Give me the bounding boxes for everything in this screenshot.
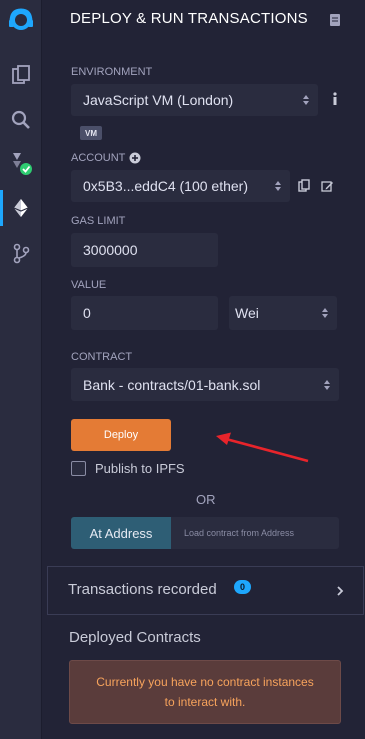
value-label: VALUE — [71, 279, 107, 291]
annotation-arrow — [216, 432, 309, 463]
at-address-button[interactable]: At Address — [71, 517, 171, 549]
publish-ipfs-label: Publish to IPFS — [95, 461, 185, 476]
gas-limit-label: GAS LIMIT — [71, 215, 126, 227]
account-label: ACCOUNT — [71, 152, 126, 164]
contract-select[interactable]: Bank - contracts/01-bank.sol — [71, 368, 339, 401]
address-input[interactable]: Load contract from Address — [171, 517, 339, 549]
environment-select[interactable]: JavaScript VM (London) — [71, 84, 318, 116]
gas-limit-input[interactable]: 3000000 — [71, 233, 218, 267]
select-arrows-icon — [275, 181, 281, 191]
select-arrows-icon — [322, 308, 328, 318]
deploy-run-panel: DEPLOY & RUN TRANSACTIONS ENVIRONMENT Ja… — [47, 0, 365, 739]
deploy-run-icon[interactable] — [0, 190, 41, 226]
environment-label: ENVIRONMENT — [71, 66, 153, 78]
contract-value: Bank - contracts/01-bank.sol — [83, 376, 261, 393]
deploy-button[interactable]: Deploy — [71, 419, 171, 451]
git-icon[interactable] — [0, 235, 41, 271]
documentation-icon[interactable] — [329, 13, 341, 32]
gas-limit-value: 3000000 — [83, 242, 138, 258]
value-input[interactable]: 0 — [71, 296, 218, 330]
transactions-recorded-label: Transactions recorded — [68, 581, 217, 598]
file-explorer-icon[interactable] — [0, 57, 41, 93]
value-unit: Wei — [235, 305, 259, 321]
remix-logo-icon[interactable] — [0, 2, 41, 38]
publish-ipfs-checkbox[interactable] — [71, 461, 86, 476]
deployed-contracts-title: Deployed Contracts — [69, 629, 201, 646]
select-arrows-icon — [324, 379, 330, 390]
search-icon[interactable] — [0, 102, 41, 138]
environment-value: JavaScript VM (London) — [83, 92, 234, 108]
account-select[interactable]: 0x5B3...eddC4 (100 ether) — [71, 170, 290, 202]
add-account-icon[interactable] — [129, 151, 141, 169]
copy-icon[interactable] — [298, 179, 310, 197]
value-unit-select[interactable]: Wei — [229, 296, 337, 330]
or-divider: OR — [196, 492, 216, 507]
panel-title: DEPLOY & RUN TRANSACTIONS — [70, 10, 308, 27]
no-contracts-notice: Currently you have no contract instances… — [69, 660, 341, 724]
transactions-count-badge: 0 — [234, 580, 251, 594]
chevron-right-icon — [336, 583, 344, 601]
value-amount: 0 — [83, 305, 91, 321]
transactions-recorded-section[interactable]: Transactions recorded 0 — [47, 566, 364, 615]
info-icon[interactable] — [331, 92, 339, 111]
select-arrows-icon — [303, 95, 309, 105]
icon-panel — [0, 0, 42, 739]
vm-badge: VM — [80, 126, 102, 140]
contract-label: CONTRACT — [71, 351, 133, 363]
edit-icon[interactable] — [321, 180, 334, 198]
solidity-compiler-icon[interactable] — [0, 145, 41, 181]
account-value: 0x5B3...eddC4 (100 ether) — [83, 178, 248, 194]
